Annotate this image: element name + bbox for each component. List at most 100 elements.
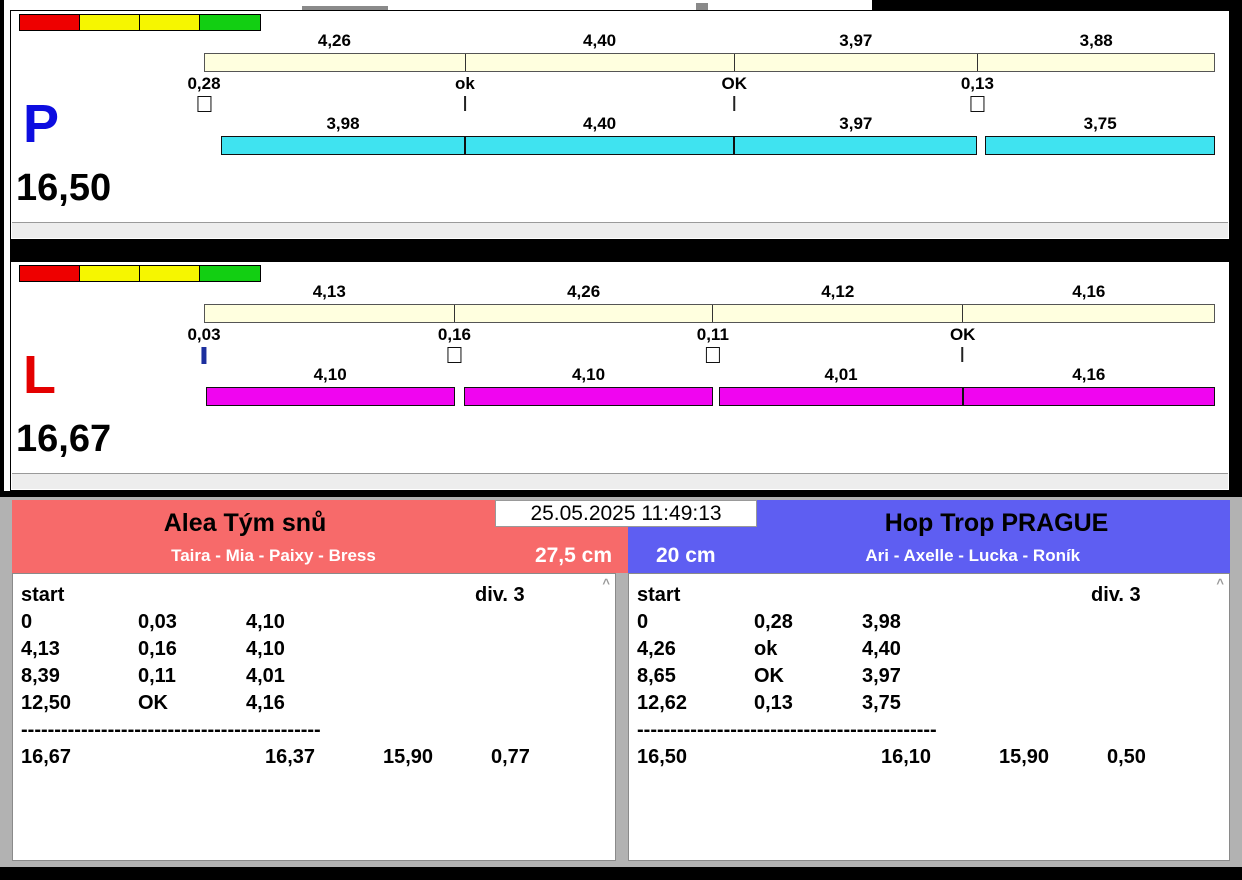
segment-time-label: 4,16 — [1072, 282, 1106, 301]
table-cell: start — [21, 584, 65, 606]
bar-segment — [734, 136, 978, 155]
bar-gap — [455, 387, 465, 406]
lane-bars: 4,26 4,40 3,97 3,88 0,28 ok OK 0,13 3,98 4,40 3,… — [187, 31, 1216, 155]
pass-time-label: ok — [454, 74, 475, 93]
clipped-text-fragment — [696, 3, 708, 10]
table-cell: 16,10 — [881, 746, 932, 768]
bar-segment — [985, 136, 1216, 155]
table-cell: ----------------------------------------… — [21, 719, 321, 741]
pass-time-label: 0,16 — [437, 325, 472, 344]
table-cell: 8,39 — [21, 665, 60, 687]
traffic-light — [140, 15, 200, 30]
pass-time-label: 0,13 — [960, 74, 994, 93]
split-time-labels: 4,26 4,40 3,97 3,88 — [204, 31, 1215, 53]
table-cell: 0,13 — [754, 692, 793, 714]
segment-time-label: 4,10 — [571, 365, 606, 384]
segment-time-label: 4,12 — [821, 282, 855, 301]
table-cell: 15,90 — [999, 746, 1050, 768]
table-cell: 4,13 — [21, 638, 60, 660]
lane-bars: 4,13 4,26 4,12 4,16 0,03 0,16 0,11 OK 4,10 4,10… — [187, 282, 1216, 406]
results-section: Alea Tým snů Taira - Mia - Paixy - Bress… — [0, 491, 1242, 867]
table-cell: div. 3 — [475, 584, 525, 606]
traffic-light — [200, 15, 260, 30]
start-lights — [19, 265, 261, 282]
table-cell: ok — [754, 638, 778, 660]
bar-gap — [713, 365, 720, 387]
team-name-text: Alea Tým snů — [163, 509, 327, 537]
jump-height: 27,5 cm — [534, 543, 612, 567]
lane-letter: L — [23, 345, 56, 405]
lane-p-panel: P 16,50 4,26 4,40 3,97 3,88 0,28 ok OK 0,13 3,… — [10, 10, 1230, 240]
bar-segment — [719, 387, 963, 406]
pass-indicator: 0,16 — [438, 325, 471, 363]
pass-time-label: 0,28 — [187, 74, 221, 93]
table-row: 0 0,28 3,98 — [629, 609, 1229, 636]
table-cell: div. 3 — [1091, 584, 1141, 606]
leg-time-labels: 4,10 4,10 4,01 4,16 — [204, 365, 1215, 387]
table-cell: 3,98 — [862, 611, 901, 633]
splits-table: start div. 3 0 0,28 3,98 4,26 ok 4,40 8,65 OK 3,97… — [629, 582, 1229, 771]
traffic-light — [140, 266, 200, 281]
segment-time-label: 4,40 — [583, 31, 617, 50]
table-cell: 16,67 — [21, 746, 72, 768]
pass-time-label: OK — [949, 325, 976, 344]
pass-row: 0,03 0,16 0,11 OK — [187, 323, 1215, 365]
table-cell: ----------------------------------------… — [637, 719, 937, 741]
table-cell: start — [637, 584, 681, 606]
window-top-edge — [10, 0, 1230, 10]
traffic-light — [80, 266, 140, 281]
table-cell: 4,16 — [246, 692, 285, 714]
leg-bar — [204, 136, 1216, 155]
table-cell: 0 — [21, 611, 33, 633]
lane-status-strip — [12, 473, 1228, 489]
pass-marker-box — [970, 96, 985, 112]
timestamp: 25.05.2025 11:49:13 — [495, 500, 757, 527]
segment-time-label: 3,97 — [839, 114, 873, 133]
table-row: 12,62 0,13 3,75 — [629, 690, 1229, 717]
bar-gap — [977, 114, 985, 136]
team-headers: Alea Tým snů Taira - Mia - Paixy - Bress… — [12, 500, 1230, 573]
table-cell: 4,01 — [246, 665, 285, 687]
segment-time-label: 3,98 — [326, 114, 360, 133]
table-cell: OK — [138, 692, 168, 714]
segment-time-label: 3,75 — [1083, 114, 1117, 133]
bar-segment — [464, 387, 713, 406]
pass-indicator: OK — [722, 74, 747, 111]
table-cell: 4,10 — [246, 638, 285, 660]
bar-segment — [735, 54, 978, 71]
team-members: Ari - Axelle - Lucka - Roník — [865, 545, 1081, 565]
table-cell: 0,11 — [138, 665, 176, 687]
pass-indicator: 0,11 — [697, 325, 729, 363]
table-cell: 4,40 — [862, 638, 901, 660]
pass-time-label: 0,11 — [696, 325, 729, 344]
pass-marker-bluebar — [201, 347, 207, 364]
table-row: 4,13 0,16 4,10 — [13, 636, 615, 663]
table-cell: 3,75 — [862, 692, 901, 714]
table-cell: 0,03 — [138, 611, 177, 633]
table-cell: 16,50 — [637, 746, 688, 768]
table-cell: 4,26 — [637, 638, 676, 660]
segment-time-label: 4,16 — [1072, 365, 1106, 384]
split-time-labels: 4,13 4,26 4,12 4,16 — [204, 282, 1215, 304]
traffic-light — [20, 15, 80, 30]
bar-segment — [978, 54, 1214, 71]
traffic-light — [20, 266, 80, 281]
pass-marker-box — [197, 96, 211, 112]
bar-segment — [205, 387, 455, 406]
pass-indicator: 0,28 — [187, 74, 221, 112]
team-members: Taira - Mia - Paixy - Bress — [171, 545, 376, 565]
table-cell: 0,77 — [491, 746, 530, 768]
lane-l-panel: L 16,67 4,13 4,26 4,12 4,16 0,03 0,16 0,11 OK … — [10, 261, 1230, 491]
split-bar — [204, 53, 1215, 72]
table-cell: 3,97 — [862, 665, 901, 687]
table-cell: 0,50 — [1107, 746, 1146, 768]
bar-gap — [204, 114, 221, 136]
table-row: 16,67 16,37 15,90 0,77 — [13, 744, 615, 771]
bar-gap — [977, 136, 985, 155]
pass-indicator: 0,13 — [961, 74, 994, 112]
segment-time-label: 4,26 — [317, 31, 351, 50]
table-cell: OK — [754, 665, 784, 687]
pass-marker-line — [961, 347, 964, 362]
split-bar — [204, 304, 1215, 323]
splits-table: start div. 3 0 0,03 4,10 4,13 0,16 4,10 8,39 0,11… — [13, 582, 615, 771]
